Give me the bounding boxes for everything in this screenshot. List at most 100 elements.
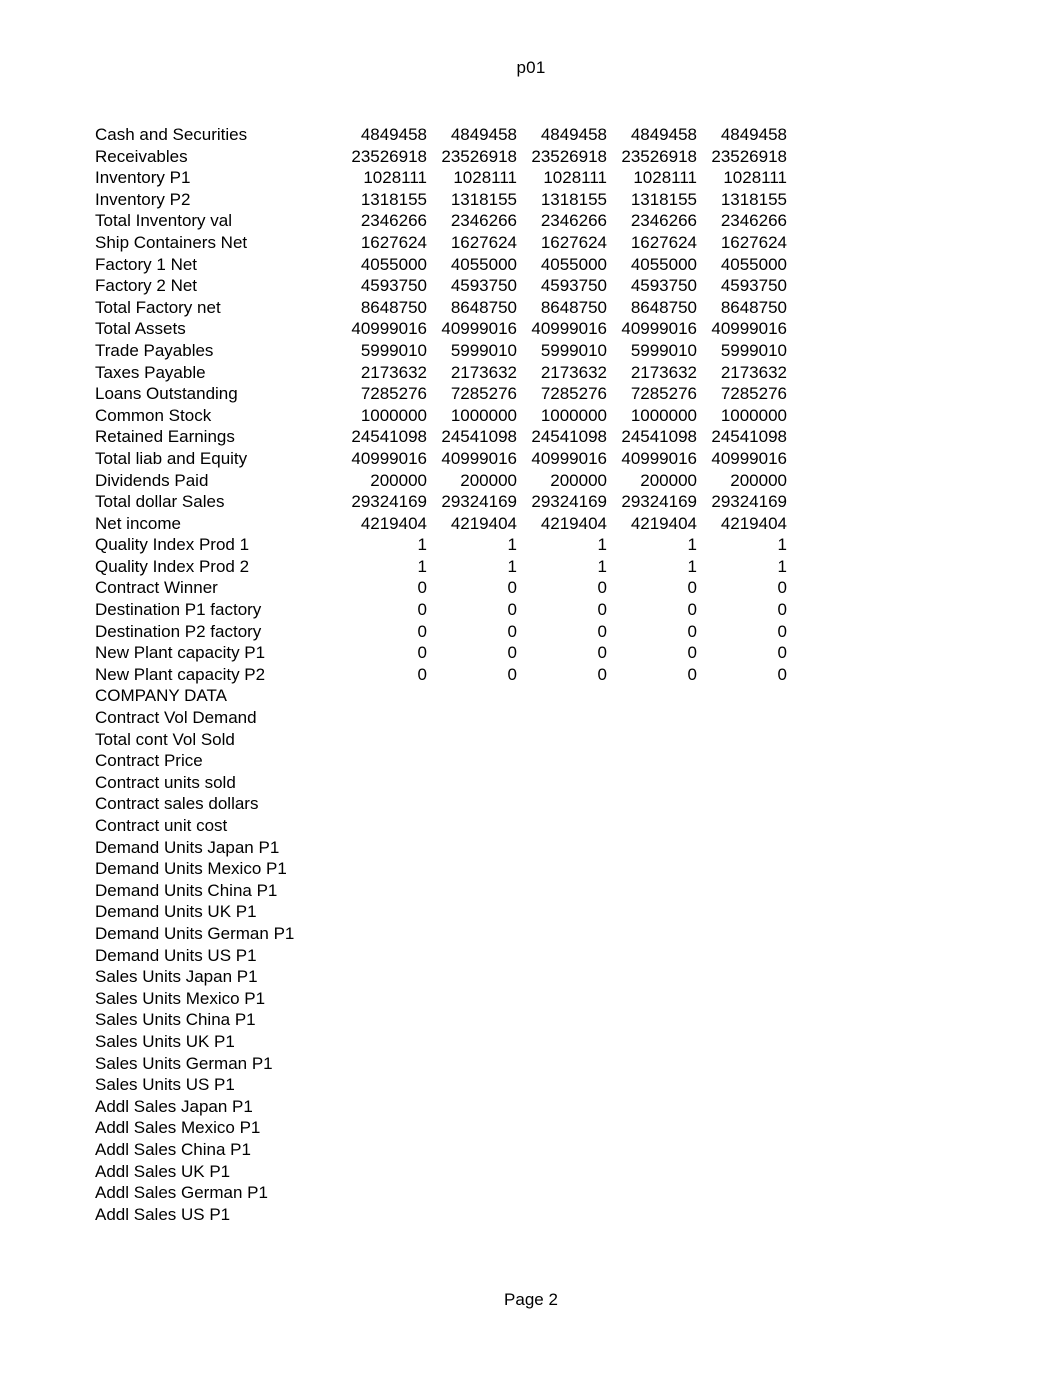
row-label: Demand Units German P1	[95, 923, 295, 943]
row-value: 2173632	[360, 362, 427, 382]
row-value	[697, 1031, 787, 1053]
row-label: Destination P1 factory	[95, 600, 262, 620]
row-label: Loans Outstanding	[95, 384, 238, 404]
row-value	[697, 685, 787, 707]
row-value: 40999016	[621, 448, 697, 468]
row-value: 2173632	[720, 362, 787, 382]
row-value	[607, 729, 697, 751]
table-row: Dividends Paid 200000 200000 200000 200000 20…	[95, 470, 787, 492]
table-row: Addl Sales Mexico P1	[95, 1117, 787, 1139]
row-value: 7285276	[720, 384, 787, 404]
row-value	[427, 1117, 517, 1139]
row-label: Addl Sales German P1	[95, 1183, 268, 1203]
table-row: Receivables 23526918 23526918 23526918 23526…	[95, 146, 787, 168]
row-value	[427, 1074, 517, 1096]
row-value: 4849458	[360, 125, 427, 144]
row-label: Receivables	[95, 146, 188, 166]
row-value: 8648750	[360, 297, 427, 317]
row-value: 29324169	[621, 492, 697, 512]
row-value: 0	[417, 600, 427, 620]
row-value	[697, 988, 787, 1010]
row-value	[517, 923, 607, 945]
row-value	[517, 1009, 607, 1031]
row-value	[697, 966, 787, 988]
row-label: Addl Sales UK P1	[95, 1161, 231, 1181]
row-value: 0	[597, 600, 607, 620]
table-row: Sales Units Mexico P1	[95, 988, 787, 1010]
row-value	[517, 729, 607, 751]
table-row: Quality Index Prod 2 1 1 1 1 1	[95, 556, 787, 578]
row-value: 0	[687, 621, 697, 641]
row-value: 200000	[550, 470, 607, 490]
row-label: Addl Sales Japan P1	[95, 1096, 253, 1116]
row-value	[517, 858, 607, 880]
row-value	[427, 1031, 517, 1053]
row-value: 4593750	[720, 276, 787, 296]
row-value: 4219404	[540, 513, 607, 533]
table-row: Sales Units Japan P1	[95, 966, 787, 988]
row-value	[697, 923, 787, 945]
row-value	[337, 729, 427, 751]
row-value: 4055000	[630, 254, 697, 274]
row-value: 2346266	[720, 211, 787, 231]
row-value: 1627624	[540, 232, 607, 252]
table-row: Inventory P1 1028111 1028111 1028111 1028111…	[95, 167, 787, 189]
row-label: Contract Winner	[95, 578, 218, 598]
row-value: 23526918	[711, 146, 787, 166]
row-label: Total dollar Sales	[95, 492, 225, 512]
row-value	[517, 880, 607, 902]
row-label: Factory 2 Net	[95, 276, 198, 296]
row-label: Total liab and Equity	[95, 448, 248, 468]
row-value	[427, 793, 517, 815]
row-value	[427, 750, 517, 772]
table-row: Demand Units UK P1	[95, 901, 787, 923]
row-value	[697, 772, 787, 794]
row-value	[337, 837, 427, 859]
row-value: 1028111	[363, 168, 427, 188]
row-value	[517, 837, 607, 859]
row-value: 1318155	[360, 189, 427, 209]
row-value: 4849458	[540, 125, 607, 144]
row-value	[427, 988, 517, 1010]
row-value: 1000000	[720, 405, 787, 425]
row-value: 24541098	[441, 427, 517, 447]
row-value	[697, 945, 787, 967]
table-row: Quality Index Prod 1 1 1 1 1 1	[95, 534, 787, 556]
row-value: 0	[597, 643, 607, 663]
row-label: Destination P2 factory	[95, 621, 262, 641]
row-value	[607, 1161, 697, 1183]
table-row: New Plant capacity P2 0 0 0 0 0	[95, 664, 787, 686]
row-value: 1000000	[630, 405, 697, 425]
table-row: Taxes Payable 2173632 2173632 2173632 217363…	[95, 362, 787, 384]
row-value	[427, 1096, 517, 1118]
table-row: Sales Units German P1	[95, 1053, 787, 1075]
row-value: 2173632	[630, 362, 697, 382]
row-label: Total Factory net	[95, 297, 221, 317]
table-row: Inventory P2 1318155 1318155 1318155 1318155…	[95, 189, 787, 211]
table-row: Total Assets 40999016 40999016 40999016 4099…	[95, 318, 787, 340]
row-value: 4055000	[360, 254, 427, 274]
row-value: 8648750	[540, 297, 607, 317]
row-value	[337, 793, 427, 815]
row-label: Demand Units Mexico P1	[95, 859, 287, 879]
row-value: 2173632	[450, 362, 517, 382]
row-value	[607, 772, 697, 794]
row-label: Demand Units US P1	[95, 945, 257, 965]
row-value	[337, 966, 427, 988]
row-value: 1	[417, 535, 427, 555]
row-label: Demand Units UK P1	[95, 902, 257, 922]
row-value	[427, 1139, 517, 1161]
row-label: COMPANY DATA	[95, 686, 227, 706]
row-value	[697, 1139, 787, 1161]
row-value	[697, 1117, 787, 1139]
row-value	[427, 1161, 517, 1183]
row-value	[337, 880, 427, 902]
row-value: 23526918	[351, 146, 427, 166]
table-row: Sales Units UK P1	[95, 1031, 787, 1053]
row-value	[337, 1009, 427, 1031]
row-value	[607, 1074, 697, 1096]
row-value: 1028111	[633, 168, 697, 188]
table-row: Contract units sold	[95, 772, 787, 794]
row-value	[517, 1117, 607, 1139]
row-value	[337, 1117, 427, 1139]
